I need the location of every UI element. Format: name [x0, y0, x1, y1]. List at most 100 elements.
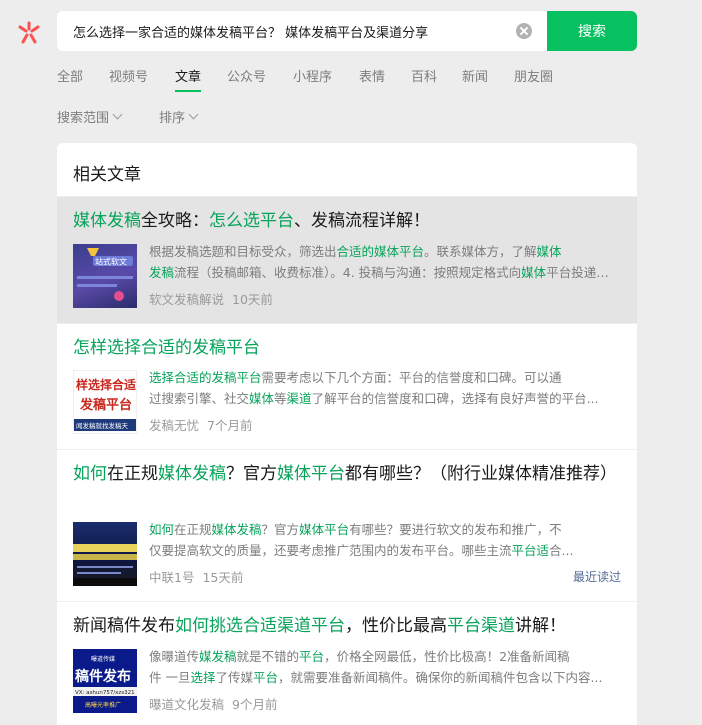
- article-thumbnail: 曝道传媒 稿件发布 VX: ashun757/xzs321 高曝光率推广: [73, 649, 137, 713]
- text-run: 有哪些？要进行软文的发布和推广，不: [349, 522, 562, 537]
- article-result[interactable]: 如何在正规媒体发稿？官方媒体平台都有哪些？（附行业媒体精准推荐） 如何在正规媒体…: [57, 449, 637, 601]
- text-run: 像曝道传: [149, 649, 200, 664]
- panel-title: 相关文章: [73, 165, 141, 185]
- search-input[interactable]: 怎么选择一家合适的媒体发稿平台？ 媒体发稿平台及渠道分享: [73, 22, 428, 41]
- article-title[interactable]: 怎样选择合适的发稿平台: [73, 335, 623, 362]
- article-snippet: 选择合适的发稿平台需要考虑以下几个方面：平台的信誉度和口碑。可以通 过搜索引擎、…: [149, 367, 621, 409]
- article-source[interactable]: 中联1号: [149, 570, 194, 585]
- text-run: 平台投递稿件...: [546, 265, 621, 280]
- text-run: 等: [274, 391, 287, 406]
- article-thumbnail: [73, 522, 137, 586]
- highlighted-keyword: 媒体: [521, 265, 547, 280]
- search-box[interactable]: 怎么选择一家合适的媒体发稿平台？ 媒体发稿平台及渠道分享: [57, 11, 547, 51]
- svg-text:闻发稿就找发稿天: 闻发稿就找发稿天: [76, 421, 129, 430]
- text-run: 在正规: [174, 522, 212, 537]
- article-snippet: 根据发稿选题和目标受众，筛选出合适的媒体平台。联系媒体方，了解媒体 发稿流程（投…: [149, 241, 621, 283]
- article-result[interactable]: 新闻稿件发布如何挑选合适渠道平台，性价比最高平台渠道讲解！ 曝道传媒 稿件发布 …: [57, 601, 637, 725]
- recently-read-badge: 最近读过: [572, 570, 621, 584]
- text-run: 合...: [549, 543, 574, 558]
- article-title[interactable]: 如何在正规媒体发稿？官方媒体平台都有哪些？（附行业媒体精准推荐）: [73, 461, 623, 488]
- tab-moments[interactable]: 朋友圈: [514, 66, 553, 85]
- article-meta: 中联1号 15天前: [149, 567, 243, 586]
- highlighted-keyword: 选择: [190, 670, 216, 685]
- highlighted-keyword: 怎样选择合适的发稿平台: [73, 338, 260, 358]
- article-source[interactable]: 发稿无忧: [149, 418, 199, 433]
- text-run: 过搜索引擎、社交: [149, 391, 250, 406]
- text-run: 流程（投稿邮箱、收费标准）。4. 投稿与沟通：按照规定格式向: [174, 265, 522, 280]
- svg-text:稿件发布: 稿件发布: [75, 668, 131, 685]
- text-run: ？官方: [226, 464, 277, 484]
- text-run: 需要考虑以下几个方面：平台的信誉度和口碑。可以通: [261, 370, 562, 385]
- search-scope-label: 搜索范围: [57, 111, 110, 126]
- article-time: 7个月前: [207, 418, 253, 433]
- text-run: 在正规: [107, 464, 158, 484]
- highlighted-keyword: 选择合适的发稿平台: [149, 370, 262, 385]
- clear-icon[interactable]: [516, 23, 532, 39]
- wechat-search-logo-icon[interactable]: [15, 19, 43, 47]
- highlighted-keyword: 渠道: [286, 391, 312, 406]
- results-panel: 相关文章 媒体发稿全攻略：怎么选平台、发稿流程详解！ 站式软文 根据发稿选题和目…: [57, 143, 637, 725]
- sort-dropdown[interactable]: 排序: [159, 107, 199, 126]
- text-run: 讲解！: [515, 616, 566, 636]
- text-run: 件 一旦: [149, 670, 191, 685]
- svg-text:发稿平台: 发稿平台: [79, 397, 132, 413]
- chevron-down-icon: [112, 109, 123, 120]
- text-run: 。联系媒体方，了解: [424, 244, 537, 259]
- article-result[interactable]: 怎样选择合适的发稿平台 样选择合适 发稿平台 闻发稿就找发稿天 选择合适的发稿平…: [57, 323, 637, 449]
- highlighted-keyword: 媒发稿: [199, 649, 237, 664]
- search-scope-dropdown[interactable]: 搜索范围: [57, 107, 123, 126]
- tab-mini-programs[interactable]: 小程序: [293, 66, 332, 85]
- highlighted-keyword: 媒体发稿: [211, 522, 262, 537]
- text-run: 都有哪些？（附行业媒体精准推荐）: [345, 464, 617, 484]
- highlighted-keyword: 媒体平台: [277, 464, 345, 484]
- article-meta: 发稿无忧 7个月前: [149, 415, 252, 434]
- svg-text:曝道传媒: 曝道传媒: [91, 655, 115, 663]
- article-result[interactable]: 媒体发稿全攻略：怎么选平台、发稿流程详解！ 站式软文 根据发稿选题和目标受众，筛…: [57, 196, 637, 323]
- tab-all[interactable]: 全部: [57, 66, 83, 85]
- article-time: 9个月前: [232, 697, 278, 712]
- highlighted-keyword: 平台: [299, 649, 325, 664]
- highlighted-keyword: 媒体发稿: [73, 211, 141, 231]
- article-thumbnail: 样选择合适 发稿平台 闻发稿就找发稿天: [73, 370, 137, 434]
- highlighted-keyword: 发稿: [149, 265, 175, 280]
- search-button[interactable]: 搜索: [547, 11, 637, 51]
- article-source[interactable]: 软文发稿解说: [149, 292, 224, 307]
- text-run: 仅要提高软文的质量，还要考虑推广范围内的发布平台。哪些主流: [149, 543, 512, 558]
- highlighted-keyword: 如何: [149, 522, 175, 537]
- svg-text:样选择合适: 样选择合适: [76, 377, 136, 392]
- text-run: 根据发稿选题和目标受众，筛选出: [149, 244, 337, 259]
- highlighted-keyword: 如何: [73, 464, 107, 484]
- sort-label: 排序: [159, 111, 186, 126]
- chevron-down-icon: [188, 109, 199, 120]
- highlighted-keyword: 媒体平台: [299, 522, 350, 537]
- highlighted-keyword: 合适的媒体平台: [336, 244, 425, 259]
- text-run: ，性价比最高: [345, 616, 447, 636]
- tab-channels[interactable]: 视频号: [109, 66, 148, 85]
- article-snippet: 如何在正规媒体发稿？官方媒体平台有哪些？要进行软文的发布和推广，不 仅要提高软文…: [149, 519, 621, 561]
- article-time: 15天前: [202, 570, 244, 585]
- article-source[interactable]: 曝道文化发稿: [149, 697, 224, 712]
- highlighted-keyword: 如何挑选合适渠道平台: [175, 616, 345, 636]
- text-run: ？官方: [261, 522, 300, 537]
- svg-text:高曝光率推广: 高曝光率推广: [85, 701, 121, 709]
- svg-text:VX: ashun757/xzs321: VX: ashun757/xzs321: [75, 690, 135, 696]
- article-thumbnail: 站式软文: [73, 244, 137, 308]
- tab-articles[interactable]: 文章: [175, 66, 202, 92]
- text-run: ，就需要准备新闻稿件。确保你的新闻稿件包含以下内容...: [278, 670, 603, 685]
- highlighted-keyword: 平台适: [511, 543, 550, 558]
- text-run: 就是不错的: [236, 649, 300, 664]
- highlighted-keyword: 媒体发稿: [158, 464, 226, 484]
- article-title[interactable]: 新闻稿件发布如何挑选合适渠道平台，性价比最高平台渠道讲解！: [73, 613, 623, 640]
- svg-text:站式软文: 站式软文: [95, 257, 127, 267]
- tab-news[interactable]: 新闻: [462, 66, 488, 85]
- article-meta: 曝道文化发稿 9个月前: [149, 694, 277, 713]
- article-title[interactable]: 媒体发稿全攻略：怎么选平台、发稿流程详解！: [73, 208, 623, 235]
- article-time: 10天前: [232, 292, 273, 307]
- highlighted-keyword: 媒体: [249, 391, 275, 406]
- tab-encyclopedia[interactable]: 百科: [411, 66, 437, 85]
- tab-official-accounts[interactable]: 公众号: [227, 66, 266, 85]
- text-run: 了解平台的信誉度和口碑，选择有良好声誉的平台...: [311, 391, 599, 406]
- tab-stickers[interactable]: 表情: [359, 66, 385, 85]
- article-snippet: 像曝道传媒发稿就是不错的平台，价格全网最低，性价比极高！2准备新闻稿 件 一旦选…: [149, 646, 621, 688]
- highlighted-keyword: 平台渠道: [447, 616, 515, 636]
